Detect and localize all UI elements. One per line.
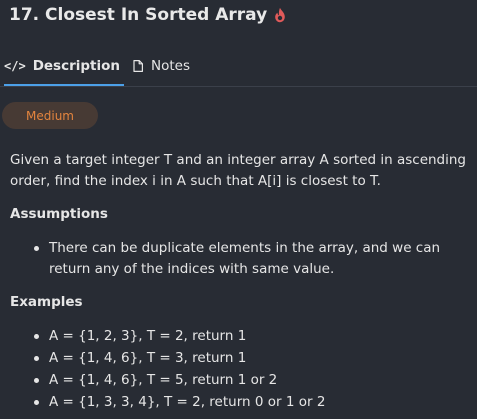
tab-notes[interactable]: Notes bbox=[133, 48, 190, 84]
tab-description[interactable]: </> Description bbox=[4, 48, 125, 86]
example-item: A = {1, 4, 6}, T = 3, return 1 bbox=[10, 348, 470, 369]
examples-heading: Examples bbox=[10, 294, 83, 310]
tab-notes-label: Notes bbox=[151, 58, 190, 74]
example-item: A = {1, 4, 6}, T = 5, return 1 or 2 bbox=[10, 370, 470, 391]
assumptions-heading: Assumptions bbox=[10, 206, 108, 222]
examples-list: A = {1, 2, 3}, T = 2, return 1 A = {1, 4… bbox=[10, 326, 470, 413]
problem-header: 17. Closest In Sorted Array bbox=[9, 5, 287, 25]
difficulty-badge: Medium bbox=[2, 102, 98, 129]
problem-description: Given a target integer T and an integer … bbox=[10, 152, 467, 189]
example-item: A = {1, 3, 3, 4}, T = 2, return 0 or 1 o… bbox=[10, 392, 470, 413]
assumptions-list: There can be duplicate elements in the a… bbox=[10, 238, 470, 280]
problem-content: Given a target integer T and an integer … bbox=[10, 150, 470, 413]
example-item: A = {1, 2, 3}, T = 2, return 1 bbox=[10, 326, 470, 347]
flame-icon bbox=[275, 7, 285, 23]
document-icon bbox=[133, 60, 143, 72]
code-icon: </> bbox=[4, 59, 26, 73]
tab-description-label: Description bbox=[32, 58, 121, 74]
problem-title: 17. Closest In Sorted Array bbox=[9, 5, 268, 25]
tab-bar: </> Description Notes bbox=[0, 48, 477, 87]
assumption-item: There can be duplicate elements in the a… bbox=[10, 238, 470, 280]
